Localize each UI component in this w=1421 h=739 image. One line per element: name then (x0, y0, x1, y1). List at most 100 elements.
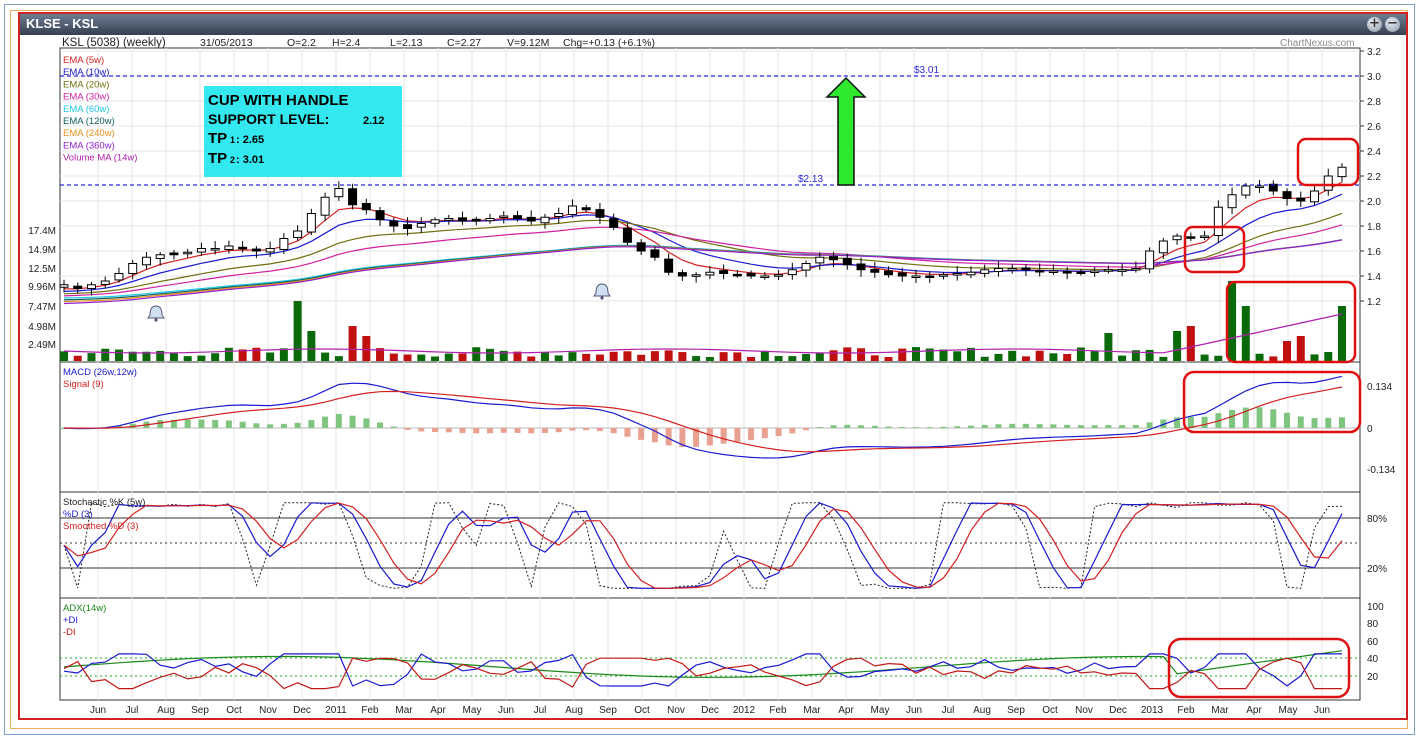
macd-histogram-bar (198, 419, 205, 428)
stock-chart[interactable]: KSL (5038) (weekly) 31/05/2013 O=2.2 H=2… (20, 35, 1406, 718)
candle-body (1296, 197, 1306, 202)
macd-histogram-bar (418, 428, 425, 432)
volume-bar (1118, 355, 1127, 361)
macd-histogram-bar (761, 428, 768, 439)
volume-bar (1186, 326, 1195, 361)
candle-body (59, 284, 69, 288)
volume-bar (1283, 341, 1292, 361)
candle-body (842, 257, 852, 266)
volume-bar (1200, 354, 1209, 361)
volume-tick-label: 14.9M (28, 245, 56, 256)
macd-histogram-bar (940, 426, 947, 428)
change-label: Chg=+0.13 (+6.1%) (563, 37, 655, 49)
volume-tick-label: 17.4M (28, 226, 56, 237)
volume-bar (843, 347, 852, 361)
candle-body (746, 272, 756, 277)
macd-histogram-bar (1256, 407, 1263, 428)
candle-body (224, 245, 234, 251)
annotation-tp2-value: : 3.01 (236, 154, 264, 166)
macd-histogram-bar (844, 424, 851, 428)
x-axis-label: 2013 (1141, 705, 1164, 716)
macd-histogram-bar (1105, 425, 1112, 428)
candle-body (1007, 268, 1017, 271)
legend-item: EMA (60w) (63, 104, 109, 115)
candle-body (320, 196, 330, 216)
candle-body (897, 272, 907, 277)
macd-histogram-bar (706, 428, 713, 446)
macd-histogram-bar (748, 428, 755, 441)
x-axis-label: Jun (906, 705, 922, 716)
candle-body (251, 248, 261, 252)
candle-body (622, 227, 632, 243)
candle-body (1282, 191, 1292, 200)
legend-item: Stochastic %K (5w) (63, 497, 145, 508)
volume-bar (788, 356, 797, 361)
candle-body (114, 273, 124, 281)
legend-item: MACD (26w,12w) (63, 367, 137, 378)
candle-body (554, 213, 564, 218)
volume-tick-label: 2.49M (28, 340, 56, 351)
zoom-in-icon[interactable]: + (1367, 17, 1382, 32)
volume-bar (705, 356, 714, 361)
volume-bar (417, 354, 426, 361)
macd-histogram-bar (1201, 416, 1208, 428)
macd-histogram-bar (638, 428, 645, 440)
x-axis-label: Jul (534, 705, 547, 716)
macd-histogram-bar (1119, 425, 1126, 428)
price-tick-label: 2.8 (1367, 97, 1381, 108)
candle-body (128, 263, 138, 275)
candle-body (829, 256, 839, 261)
x-axis-label: Jul (126, 705, 139, 716)
candle-body (1090, 270, 1100, 273)
volume-bar (760, 350, 769, 361)
macd-histogram-bar (871, 425, 878, 428)
x-axis-label: Sep (599, 705, 617, 716)
volume-bar (403, 354, 412, 361)
macd-tick-label: 0.134 (1367, 382, 1392, 393)
x-axis-label: Sep (191, 705, 209, 716)
stoch-tick-label: 80% (1367, 514, 1387, 525)
macd-histogram-bar (184, 419, 191, 428)
candle-body (567, 205, 577, 216)
candle-body (911, 275, 921, 278)
volume-bar (1173, 331, 1182, 361)
volume-bar (692, 356, 701, 361)
volume-bar (1255, 353, 1264, 361)
volume-bar (293, 301, 302, 361)
volume-bar (939, 349, 948, 361)
x-axis-label: Aug (973, 705, 991, 716)
volume-bar (307, 331, 316, 361)
zoom-out-icon[interactable]: − (1385, 17, 1400, 32)
adx-tick-label: 100 (1367, 602, 1384, 613)
stoch-tick-label: 20% (1367, 564, 1387, 575)
volume-bar (334, 356, 343, 361)
candle-body (1241, 185, 1251, 196)
volume-bar (73, 355, 82, 361)
x-axis-label: Apr (1246, 705, 1262, 716)
macd-histogram-bar (377, 422, 384, 428)
candle-body (403, 224, 413, 229)
candle-body (1255, 185, 1265, 188)
candle-body (801, 263, 811, 271)
annotation-support-value: 2.12 (363, 115, 384, 127)
candle-body (1145, 250, 1155, 270)
candle-body (279, 238, 289, 250)
volume-bar (637, 354, 646, 361)
legend-item: %D (3) (63, 509, 93, 520)
volume-bar (623, 351, 632, 361)
macd-histogram-bar (322, 416, 329, 428)
x-axis-label: Feb (1177, 705, 1195, 716)
price-tick-label: 2.2 (1367, 172, 1381, 183)
volume-bar (224, 347, 233, 361)
volume-bar (595, 354, 604, 361)
legend-item: EMA (20w) (63, 79, 109, 90)
candle-body (952, 273, 962, 276)
macd-histogram-bar (239, 421, 246, 428)
x-axis-label: Oct (226, 705, 242, 716)
volume-bar (568, 352, 577, 361)
volume-bar (486, 348, 494, 361)
macd-histogram-bar (1270, 409, 1277, 428)
candle-body (677, 272, 687, 277)
candle-body (471, 218, 481, 222)
volume-bar (114, 349, 123, 361)
